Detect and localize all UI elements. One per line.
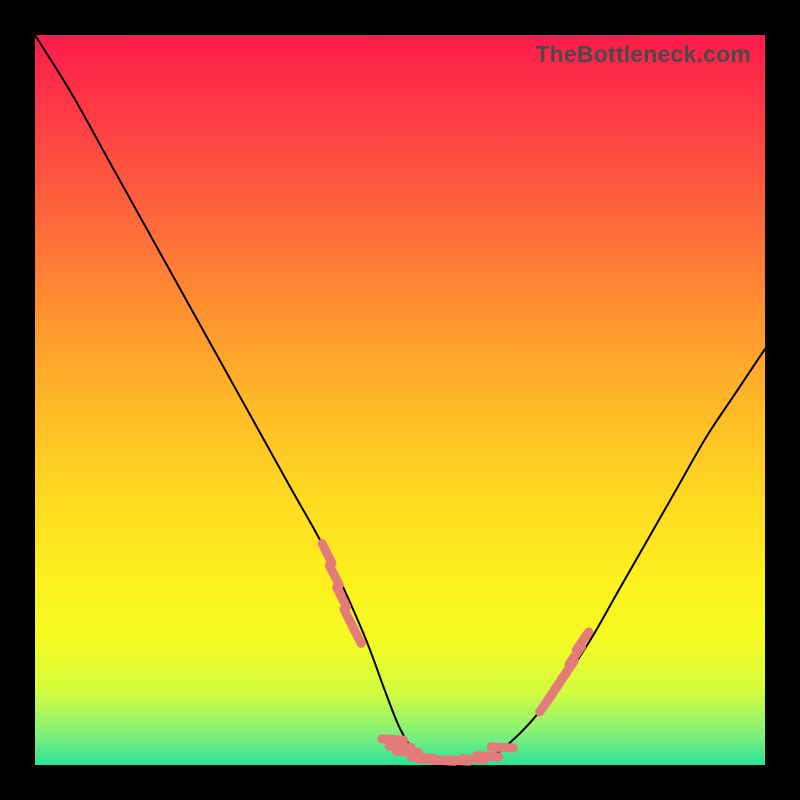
highlight-dash (477, 756, 499, 757)
highlight-dots-valley (382, 739, 513, 761)
highlight-dots-right (540, 632, 589, 712)
highlight-dash (329, 565, 339, 585)
bottleneck-curve (35, 35, 765, 762)
plot-area: TheBottleneck.com (35, 35, 765, 765)
highlight-dash (491, 747, 513, 748)
highlight-dash (396, 751, 418, 752)
chart-frame: TheBottleneck.com (0, 0, 800, 800)
highlight-dots-left (322, 543, 361, 643)
highlight-dash (382, 739, 404, 740)
highlight-dash (322, 543, 332, 563)
chart-svg (35, 35, 765, 765)
